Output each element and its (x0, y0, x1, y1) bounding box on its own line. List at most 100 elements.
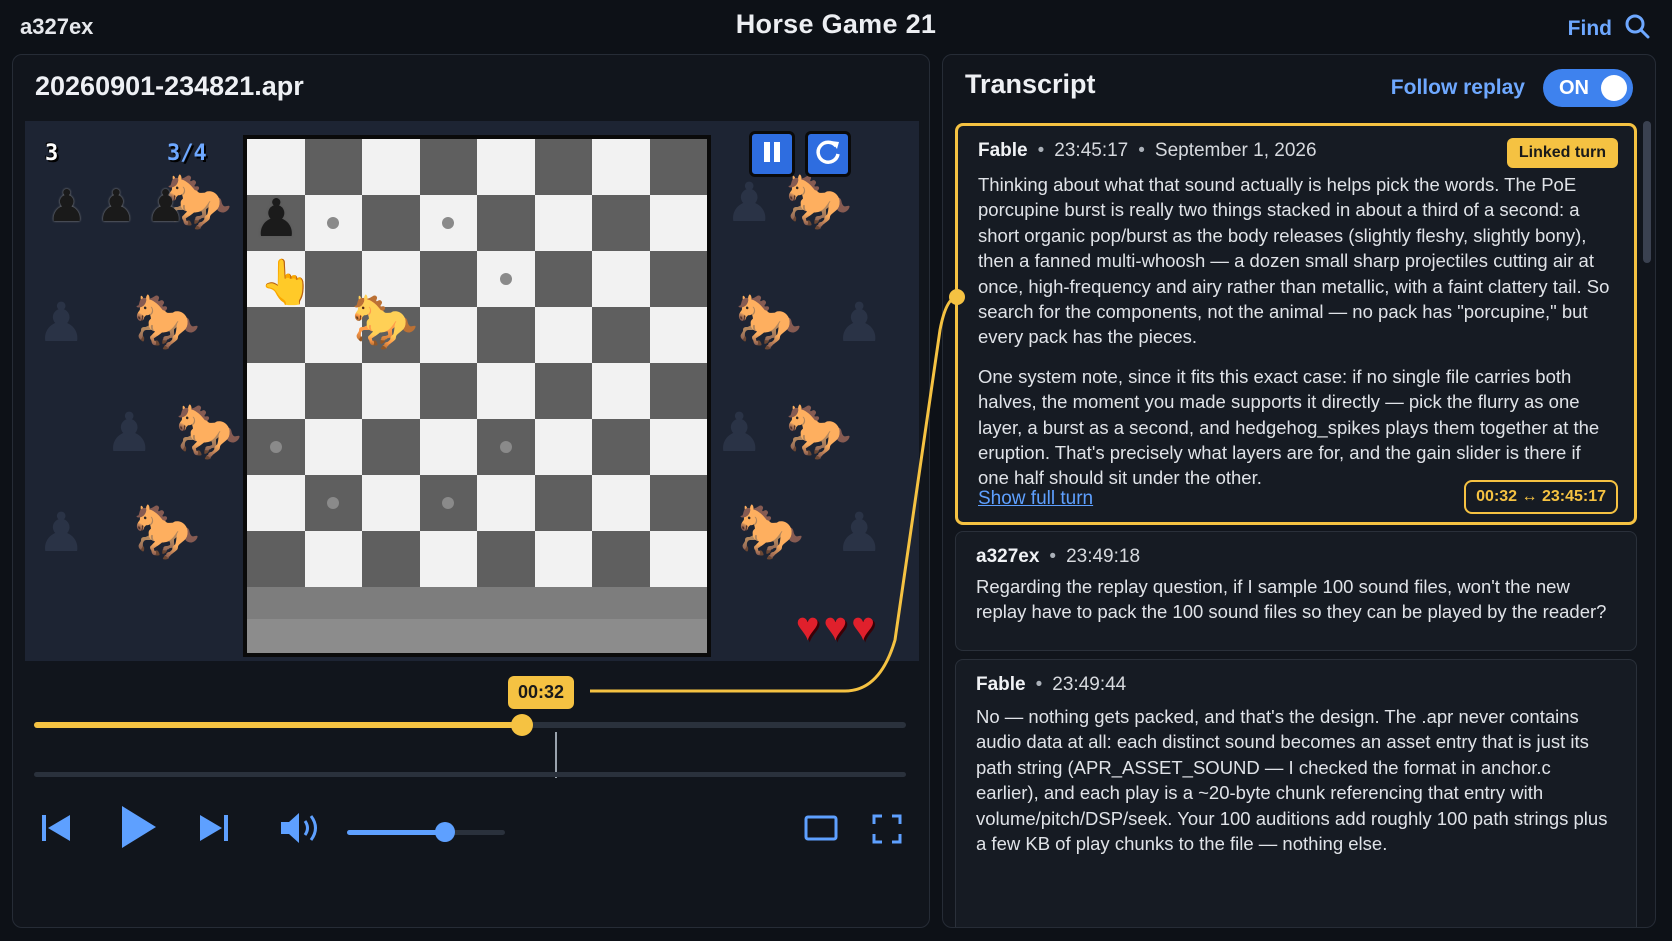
board-square[interactable] (247, 139, 305, 195)
board-square[interactable] (592, 475, 650, 531)
board-square[interactable] (362, 475, 420, 531)
board-square[interactable] (419, 531, 477, 587)
board-square[interactable] (649, 251, 707, 307)
linked-turn-badge: Linked turn (1506, 138, 1618, 168)
board-square[interactable] (247, 419, 305, 475)
board-square[interactable] (477, 475, 535, 531)
board-square[interactable] (534, 195, 592, 251)
board-square[interactable] (247, 531, 305, 587)
board-square[interactable] (534, 363, 592, 419)
entry-date: September 1, 2026 (1154, 140, 1317, 161)
board-square[interactable] (477, 419, 535, 475)
board-square[interactable] (304, 475, 362, 531)
board-square[interactable] (649, 307, 707, 363)
board-square[interactable] (592, 363, 650, 419)
board-square[interactable] (477, 195, 535, 251)
move-hint-dot (269, 441, 282, 453)
find-button[interactable]: Find (1568, 13, 1650, 45)
theater-mode-button[interactable] (802, 814, 840, 846)
fullscreen-button[interactable] (870, 814, 904, 848)
board-square[interactable] (362, 363, 420, 419)
board-square[interactable] (534, 307, 592, 363)
app-title: Horse Game 21 (735, 9, 937, 39)
volume-handle[interactable] (434, 822, 455, 842)
board-square[interactable] (247, 475, 305, 531)
board-square[interactable] (362, 139, 420, 195)
chess-board[interactable]: ♟ 👆 🐎 (243, 135, 711, 657)
board-square[interactable] (534, 139, 592, 195)
board-square[interactable] (477, 531, 535, 587)
horse-piece[interactable]: 🐎 (351, 295, 418, 349)
game-viewport[interactable]: 🐎 ♟ 🐎 ♟ 🐎 ♟ 🐎 ♟ 🐎 ♟ 🐎 ♟ 🐎 ♟ 🐎 3 3/4 ♟ ♟ … (25, 121, 919, 661)
volume-icon (279, 809, 323, 852)
board-square[interactable] (419, 139, 477, 195)
board-square[interactable] (592, 531, 650, 587)
follow-replay-label: Follow replay (1390, 76, 1525, 99)
board-square[interactable] (304, 139, 362, 195)
volume-slider[interactable] (347, 822, 505, 842)
board-square[interactable] (477, 251, 535, 307)
volume-level (347, 830, 445, 835)
board-square[interactable] (304, 363, 362, 419)
board-square[interactable] (362, 195, 420, 251)
restart-game-button[interactable] (805, 131, 851, 177)
timeline-handle[interactable] (511, 714, 534, 736)
board-square[interactable] (419, 307, 477, 363)
toggle-state-label: ON (1559, 77, 1589, 99)
board-square[interactable] (477, 363, 535, 419)
play-icon (118, 804, 158, 855)
entry-author: Fable (976, 674, 1026, 695)
board-square[interactable] (649, 531, 707, 587)
board-square[interactable] (304, 531, 362, 587)
entry-paragraph: Regarding the replay question, if I samp… (976, 576, 1607, 623)
board-square[interactable] (247, 363, 305, 419)
skip-back-button[interactable] (38, 812, 74, 848)
hand-cursor-icon: 👆 (259, 258, 314, 307)
timeline-scrubber[interactable] (34, 714, 906, 736)
transcript-scrollbar[interactable] (1643, 121, 1651, 921)
board-square[interactable] (649, 195, 707, 251)
transcript-entry[interactable]: a327ex • 23:49:18 Regarding the replay q… (955, 531, 1637, 651)
transcript-entry-linked[interactable]: Fable • 23:45:17 • September 1, 2026 Lin… (955, 123, 1637, 525)
board-square[interactable] (649, 419, 707, 475)
pause-game-button[interactable] (749, 131, 795, 177)
board-square[interactable] (304, 419, 362, 475)
heart-icon: ♥ (851, 605, 875, 649)
board-square[interactable] (592, 307, 650, 363)
time-mapping-badge[interactable]: 00:32 ↔ 23:45:17 (1464, 480, 1618, 514)
follow-replay-toggle[interactable]: ON (1543, 69, 1633, 107)
board-square[interactable] (419, 419, 477, 475)
transcript-entry[interactable]: Fable • 23:49:44 No — nothing gets packe… (955, 659, 1637, 927)
top-bar: a327ex Horse Game 21 Find (0, 0, 1672, 52)
entry-paragraph: Thinking about what that sound actually … (978, 174, 1610, 348)
board-square[interactable] (534, 531, 592, 587)
board-square[interactable] (477, 139, 535, 195)
board-square[interactable] (649, 139, 707, 195)
board-square[interactable] (534, 251, 592, 307)
board-square[interactable] (362, 419, 420, 475)
skip-back-icon (40, 813, 72, 848)
board-square[interactable] (649, 363, 707, 419)
board-square[interactable] (477, 307, 535, 363)
board-square[interactable] (592, 139, 650, 195)
board-square[interactable] (592, 419, 650, 475)
play-button[interactable] (114, 804, 162, 854)
board-square[interactable] (247, 307, 305, 363)
show-full-turn-link[interactable]: Show full turn (978, 488, 1093, 510)
search-icon (1624, 13, 1650, 45)
scrollbar-thumb[interactable] (1643, 121, 1651, 263)
board-square[interactable] (419, 195, 477, 251)
board-square[interactable] (592, 195, 650, 251)
board-square[interactable] (419, 475, 477, 531)
board-square[interactable] (419, 251, 477, 307)
board-square[interactable] (534, 419, 592, 475)
skip-forward-button[interactable] (196, 812, 232, 848)
board-square[interactable] (649, 475, 707, 531)
board-square[interactable] (534, 475, 592, 531)
board-square[interactable] (304, 195, 362, 251)
volume-button[interactable] (278, 810, 324, 850)
board-square[interactable] (362, 531, 420, 587)
board-square[interactable] (419, 363, 477, 419)
board-square[interactable] (592, 251, 650, 307)
pawn-piece[interactable]: ♟ (253, 193, 300, 245)
